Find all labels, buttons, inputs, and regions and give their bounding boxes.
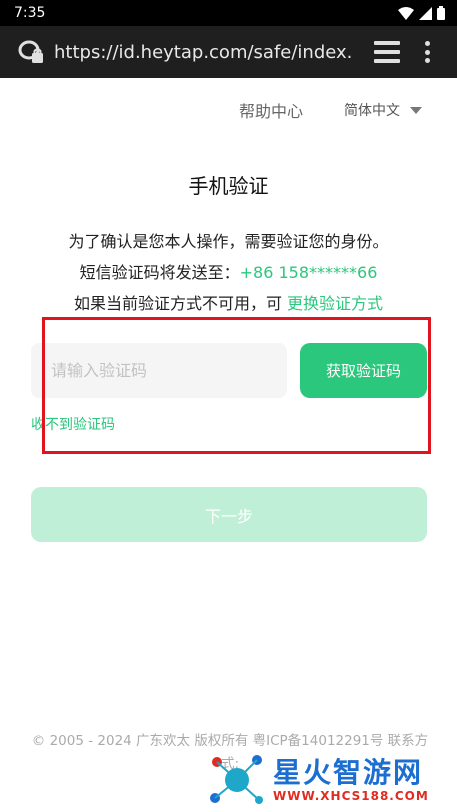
status-time: 7:35	[14, 5, 46, 21]
site-security-icon[interactable]	[18, 39, 44, 65]
status-icons	[398, 6, 445, 20]
status-bar: 7:35	[0, 0, 457, 26]
next-button[interactable]: 下一步	[31, 487, 427, 542]
browser-toolbar: https://id.heytap.com/safe/index.html	[0, 26, 457, 78]
verification-code-input[interactable]	[31, 343, 287, 398]
overflow-menu-icon[interactable]	[422, 41, 432, 63]
help-center-link[interactable]: 帮助中心	[239, 98, 303, 122]
page-title: 手机验证	[188, 174, 269, 198]
watermark-title: 星火智游网	[273, 756, 424, 789]
battery-icon	[437, 6, 445, 20]
get-code-button[interactable]: 获取验证码	[300, 343, 427, 398]
sms-target-label: 短信验证码将发送至：	[79, 263, 240, 282]
switch-method-text: 如果当前验证方式不可用，可	[73, 294, 282, 313]
url-bar[interactable]: https://id.heytap.com/safe/index.html	[54, 42, 354, 63]
switch-method-line: 如果当前验证方式不可用，可 更换验证方式	[0, 290, 457, 314]
language-label: 简体中文	[344, 103, 400, 119]
watermark-url: WWW.XHCS188.COM	[273, 789, 429, 803]
tabs-icon[interactable]	[374, 41, 400, 63]
language-select[interactable]: 简体中文	[344, 100, 422, 120]
verify-reason-text: 为了确认是您本人操作，需要验证您的身份。	[68, 232, 389, 251]
switch-method-link[interactable]: 更换验证方式	[287, 294, 383, 313]
sms-target-line: 短信验证码将发送至：+86 158******66	[0, 259, 457, 283]
wifi-icon	[398, 6, 414, 20]
no-code-link[interactable]: 收不到验证码	[31, 414, 115, 434]
chevron-down-icon	[410, 106, 422, 114]
phone-number: +86 158******66	[239, 263, 378, 282]
watermark: 星火智游网 WWW.XHCS188.COM	[205, 748, 457, 812]
signal-icon	[419, 6, 432, 20]
watermark-logo-icon	[205, 748, 269, 812]
